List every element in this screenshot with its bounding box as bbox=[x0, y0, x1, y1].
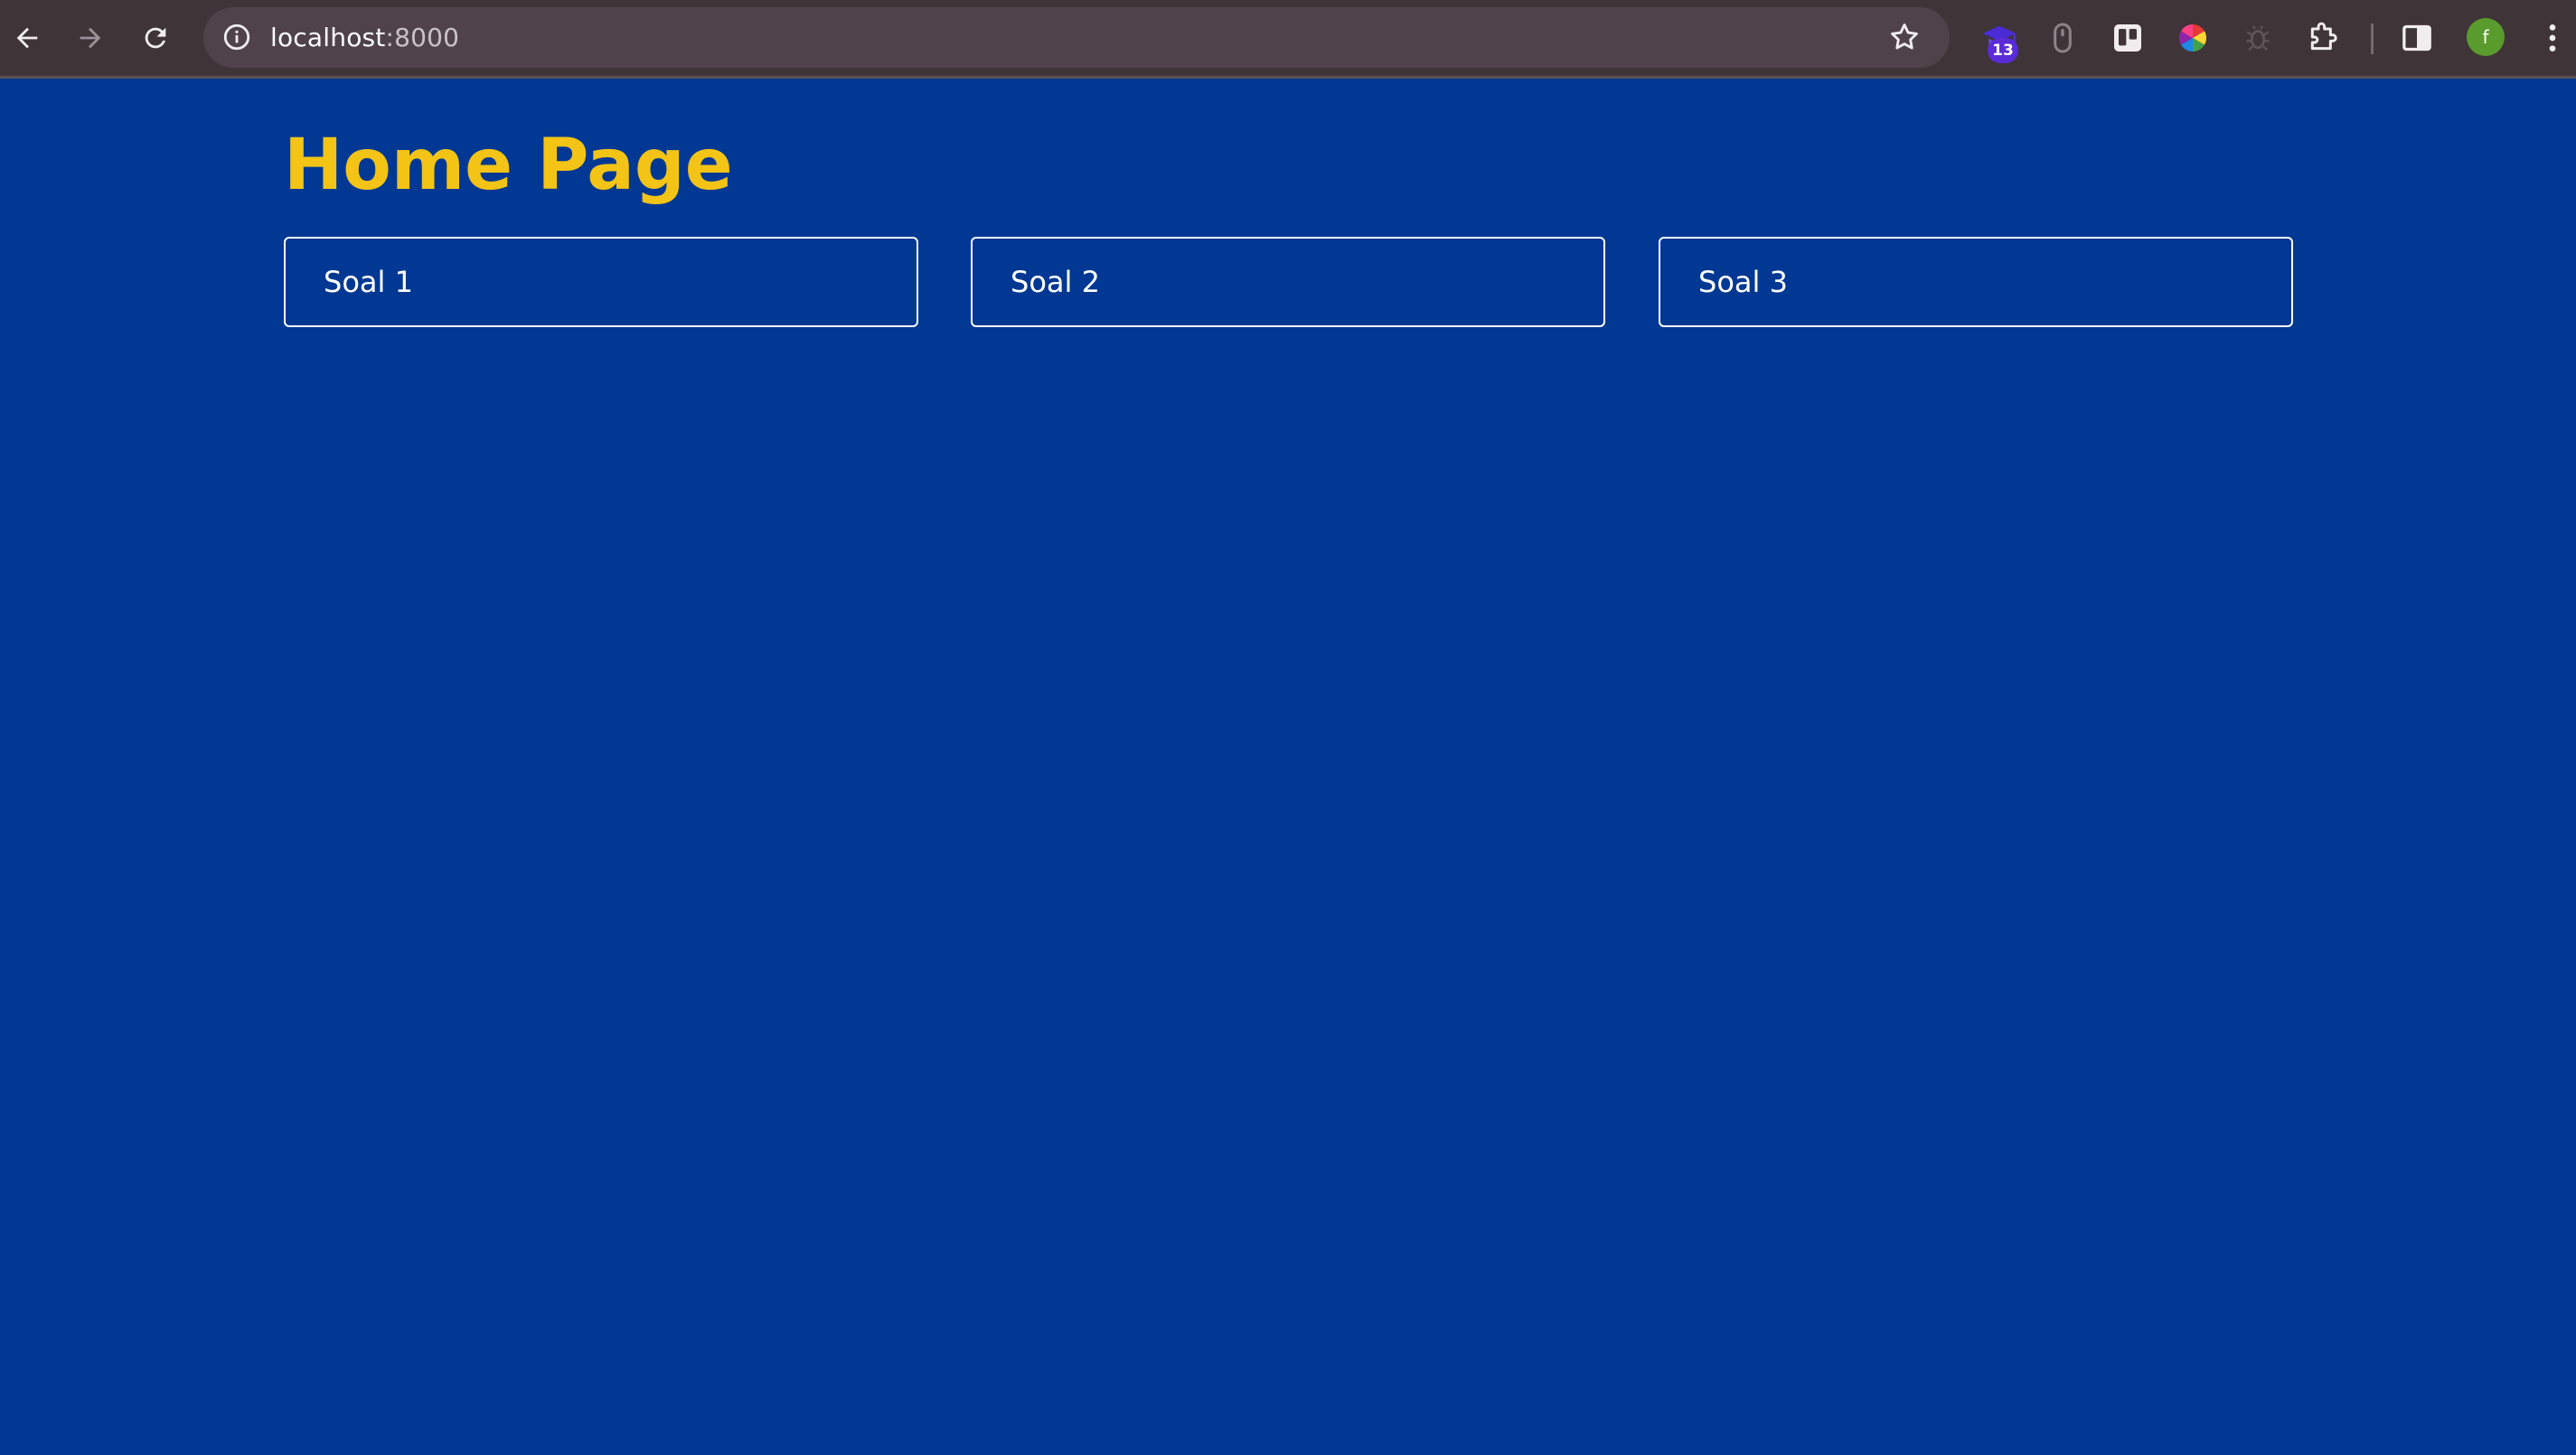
address-port: :8000 bbox=[385, 23, 460, 52]
info-icon bbox=[223, 23, 250, 51]
site-info-button[interactable] bbox=[220, 20, 254, 54]
address-host: localhost bbox=[270, 23, 386, 52]
extension-badge: 13 bbox=[1988, 38, 2018, 63]
toolbar-separator bbox=[2371, 23, 2374, 54]
puzzle-icon bbox=[2310, 22, 2337, 51]
extensions-button[interactable] bbox=[2301, 16, 2345, 60]
soal-card-1[interactable]: Soal 1 bbox=[284, 237, 918, 327]
extension-mouse[interactable] bbox=[2041, 16, 2084, 60]
back-button[interactable] bbox=[2, 13, 52, 63]
kebab-menu-icon bbox=[2549, 24, 2556, 52]
address-bar[interactable]: localhost:8000 bbox=[203, 7, 1950, 68]
forward-arrow-icon bbox=[80, 27, 101, 49]
bug-icon bbox=[2246, 25, 2270, 52]
browser-menu-button[interactable] bbox=[2531, 16, 2574, 60]
soal-card-2[interactable]: Soal 2 bbox=[971, 237, 1605, 327]
soal-card-label: Soal 3 bbox=[1698, 265, 1788, 299]
trello-icon bbox=[2114, 24, 2141, 52]
soal-card-3[interactable]: Soal 3 bbox=[1659, 237, 2293, 327]
forward-button[interactable] bbox=[65, 13, 116, 63]
profile-avatar[interactable]: f bbox=[2467, 18, 2505, 56]
page-title: Home Page bbox=[284, 125, 733, 206]
extension-bug[interactable] bbox=[2236, 16, 2280, 60]
bookmark-button[interactable] bbox=[1886, 19, 1923, 55]
extension-color-picker[interactable] bbox=[2171, 16, 2214, 60]
address-url[interactable]: localhost:8000 bbox=[270, 7, 459, 68]
side-panel-icon bbox=[2402, 24, 2431, 52]
browser-toolbar: localhost:8000 13 f bbox=[0, 0, 2576, 79]
soal-card-label: Soal 1 bbox=[324, 265, 413, 299]
color-wheel-icon bbox=[2178, 23, 2207, 52]
soal-card-label: Soal 2 bbox=[1011, 265, 1100, 299]
extension-trello[interactable] bbox=[2106, 16, 2149, 60]
back-arrow-icon bbox=[16, 27, 38, 49]
side-panel-button[interactable] bbox=[2395, 16, 2439, 60]
reload-button[interactable] bbox=[130, 13, 181, 63]
mouse-icon bbox=[2054, 23, 2072, 53]
reload-icon bbox=[145, 27, 166, 49]
star-icon bbox=[1891, 23, 1918, 50]
